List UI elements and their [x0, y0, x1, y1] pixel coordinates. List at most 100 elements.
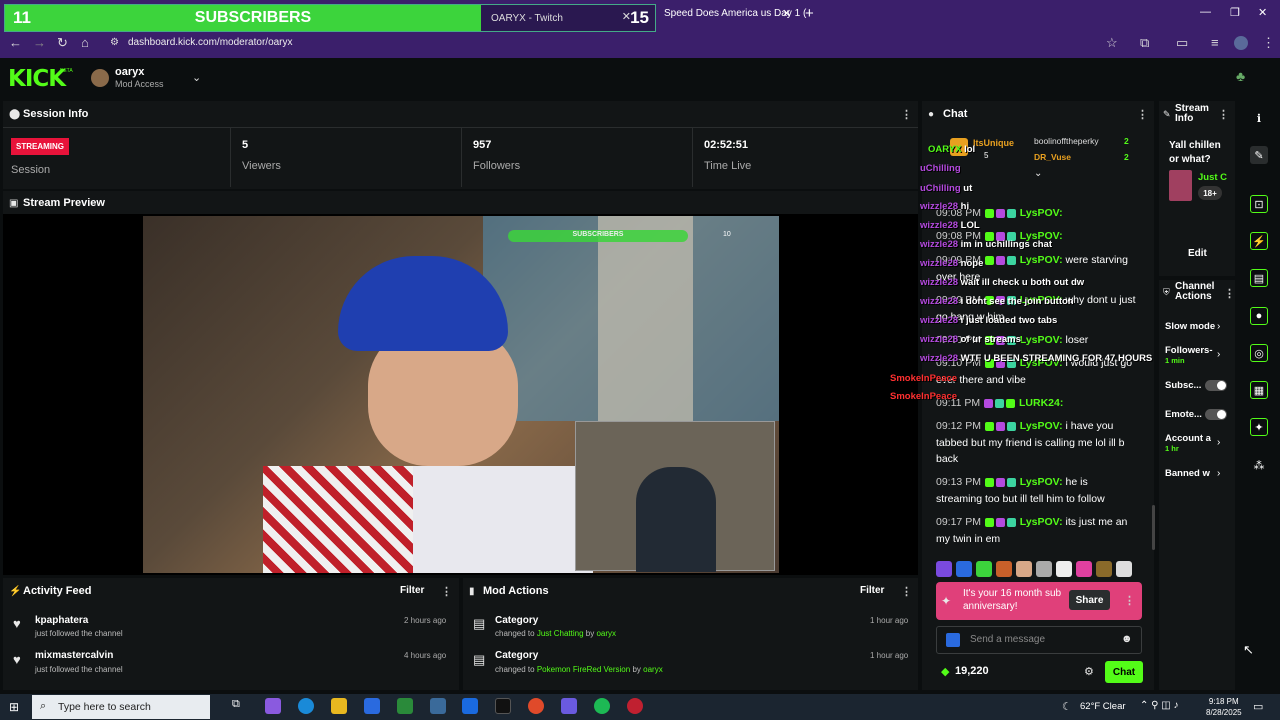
url-input[interactable]: dashboard.kick.com/moderator/oaryx — [128, 37, 293, 48]
obs-icon[interactable] — [627, 698, 643, 714]
windows-start-icon[interactable]: ⊞ — [9, 700, 19, 714]
more-options-icon[interactable]: ⋮ — [1224, 287, 1235, 300]
more-options-icon[interactable]: ⋮ — [1218, 108, 1229, 121]
minimize-icon[interactable]: — — [1200, 6, 1211, 18]
cast-icon[interactable]: ▭ — [1176, 35, 1188, 51]
chrome-icon[interactable] — [528, 698, 544, 714]
video-scene-person — [636, 467, 716, 572]
avatar[interactable] — [91, 69, 109, 87]
close-tab-icon[interactable]: ✕ — [782, 7, 791, 20]
restore-icon[interactable]: ❐ — [1230, 6, 1240, 19]
target-icon[interactable]: ⊡ — [1250, 195, 1268, 213]
tray-icons[interactable]: ⌃ ⚲ ◫ ♪ — [1140, 700, 1179, 711]
reload-icon[interactable]: ↻ — [57, 35, 68, 51]
document-icon[interactable]: ▤ — [1250, 269, 1268, 287]
chevron-down-icon[interactable]: ⌄ — [192, 71, 201, 84]
kick-logo[interactable]: KICK — [8, 66, 66, 92]
collapse-icon[interactable]: ⌄ — [1034, 168, 1042, 179]
channel-name[interactable]: oaryx — [115, 66, 144, 78]
channel-points[interactable]: 19,220 — [955, 665, 989, 677]
follower-name[interactable]: mixmastercalvin — [35, 650, 113, 661]
emotes-toggle[interactable] — [1205, 409, 1227, 420]
emoji-icon[interactable]: ☻ — [1121, 633, 1133, 645]
wrench-icon[interactable]: ✦ — [1250, 418, 1268, 436]
more-options-icon[interactable]: ⋮ — [1124, 594, 1135, 607]
chat-bubble-icon[interactable]: ● — [1250, 307, 1268, 325]
more-options-icon[interactable]: ⋮ — [1137, 108, 1148, 121]
forward-icon[interactable]: → — [33, 35, 46, 50]
gifter-name[interactable]: boolinofftheperky — [1034, 136, 1099, 146]
category-name[interactable]: Just C — [1198, 172, 1227, 183]
chat-scrollbar[interactable] — [1152, 505, 1155, 550]
broadcast-icon[interactable]: ◎ — [1250, 344, 1268, 362]
weather-text[interactable]: 62°F Clear — [1080, 701, 1126, 712]
channel-action-slow-mode[interactable]: Slow mode — [1165, 321, 1215, 332]
mod-action-desc: changed to Just Chatting by oaryx — [495, 629, 617, 638]
discord-icon[interactable] — [561, 698, 577, 714]
video-sub-goal-label: SUBSCRIBERS — [572, 231, 624, 238]
file-explorer-icon[interactable] — [331, 698, 347, 714]
follower-name[interactable]: kpaphatera — [35, 615, 88, 626]
stream-video[interactable]: SUBSCRIBERS 10 — [143, 216, 779, 573]
info-icon[interactable]: ℹ — [1250, 109, 1268, 127]
network-icon[interactable]: ⁂ — [1250, 456, 1268, 474]
extensions-icon[interactable]: ⧉ — [1140, 35, 1149, 51]
store-icon[interactable] — [364, 698, 380, 714]
layout-icon[interactable]: ▦ — [1250, 381, 1268, 399]
gifter-name[interactable]: DR_Vuse — [1034, 152, 1071, 162]
xbox-icon[interactable] — [397, 698, 413, 714]
outlook-icon[interactable] — [462, 698, 478, 714]
chevron-right-icon[interactable]: › — [1217, 468, 1220, 479]
close-window-icon[interactable]: ✕ — [1258, 6, 1267, 19]
channel-action-followers[interactable]: Followers- 1 min — [1165, 345, 1213, 365]
category-thumbnail[interactable] — [1169, 170, 1192, 201]
more-options-icon[interactable]: ⋮ — [441, 585, 452, 598]
site-info-icon[interactable]: ⚙ — [110, 37, 119, 48]
filter-button[interactable]: Filter — [400, 585, 424, 596]
home-icon[interactable]: ⌂ — [81, 35, 89, 50]
profile-avatar[interactable] — [1234, 36, 1248, 50]
gifter-name[interactable]: ItsUnique — [973, 138, 1014, 148]
lightning-icon[interactable]: ⚡ — [1250, 232, 1268, 250]
tiktok-icon[interactable] — [495, 698, 511, 714]
bookmark-star-icon[interactable]: ☆ — [1106, 35, 1118, 51]
emote-bar[interactable] — [936, 561, 1142, 577]
emote[interactable] — [1076, 561, 1092, 577]
share-button[interactable]: Share — [1069, 590, 1110, 610]
chevron-right-icon[interactable]: › — [1217, 349, 1220, 360]
more-options-icon[interactable]: ⋮ — [901, 585, 912, 598]
subscribers-toggle[interactable] — [1205, 380, 1227, 391]
channel-action-account-age[interactable]: Account a1 hr — [1165, 433, 1211, 453]
emote[interactable] — [976, 561, 992, 577]
emote[interactable] — [1036, 561, 1052, 577]
taskbar-clock[interactable]: 9:18 PM 8/28/2025 — [1206, 696, 1242, 718]
emote[interactable] — [1116, 561, 1132, 577]
emote[interactable] — [1096, 561, 1112, 577]
channel-action-banned-words[interactable]: Banned w — [1165, 468, 1210, 479]
chevron-right-icon[interactable]: › — [1217, 437, 1220, 448]
browser-tab-twitch[interactable]: OARYX - Twitch ✕ 15 — [481, 5, 655, 31]
emote[interactable] — [956, 561, 972, 577]
settings-gear-icon[interactable]: ⚙ — [1084, 665, 1094, 678]
chevron-right-icon[interactable]: › — [1217, 321, 1220, 332]
emote[interactable] — [1016, 561, 1032, 577]
task-view-icon[interactable]: ⧉ — [232, 698, 248, 714]
playlist-icon[interactable]: ≡ — [1211, 35, 1219, 50]
browser-menu-icon[interactable]: ⋮ — [1262, 35, 1275, 51]
filter-button[interactable]: Filter — [860, 585, 884, 596]
new-tab-icon[interactable]: + — [805, 5, 814, 22]
send-chat-button[interactable]: Chat — [1105, 661, 1143, 683]
edit-button[interactable]: Edit — [1188, 248, 1207, 259]
notifications-icon[interactable]: ▭ — [1253, 700, 1263, 713]
emote[interactable] — [1056, 561, 1072, 577]
back-icon[interactable]: ← — [9, 35, 22, 50]
user-menu-icon[interactable]: ♣ — [1236, 68, 1250, 84]
edge-icon[interactable] — [298, 698, 314, 714]
pencil-icon[interactable]: ✎ — [1250, 146, 1268, 164]
emote[interactable] — [996, 561, 1012, 577]
app-icon[interactable] — [430, 698, 446, 714]
spotify-icon[interactable] — [594, 698, 610, 714]
copilot-icon[interactable] — [265, 698, 281, 714]
more-options-icon[interactable]: ⋮ — [901, 108, 912, 121]
emote[interactable] — [936, 561, 952, 577]
